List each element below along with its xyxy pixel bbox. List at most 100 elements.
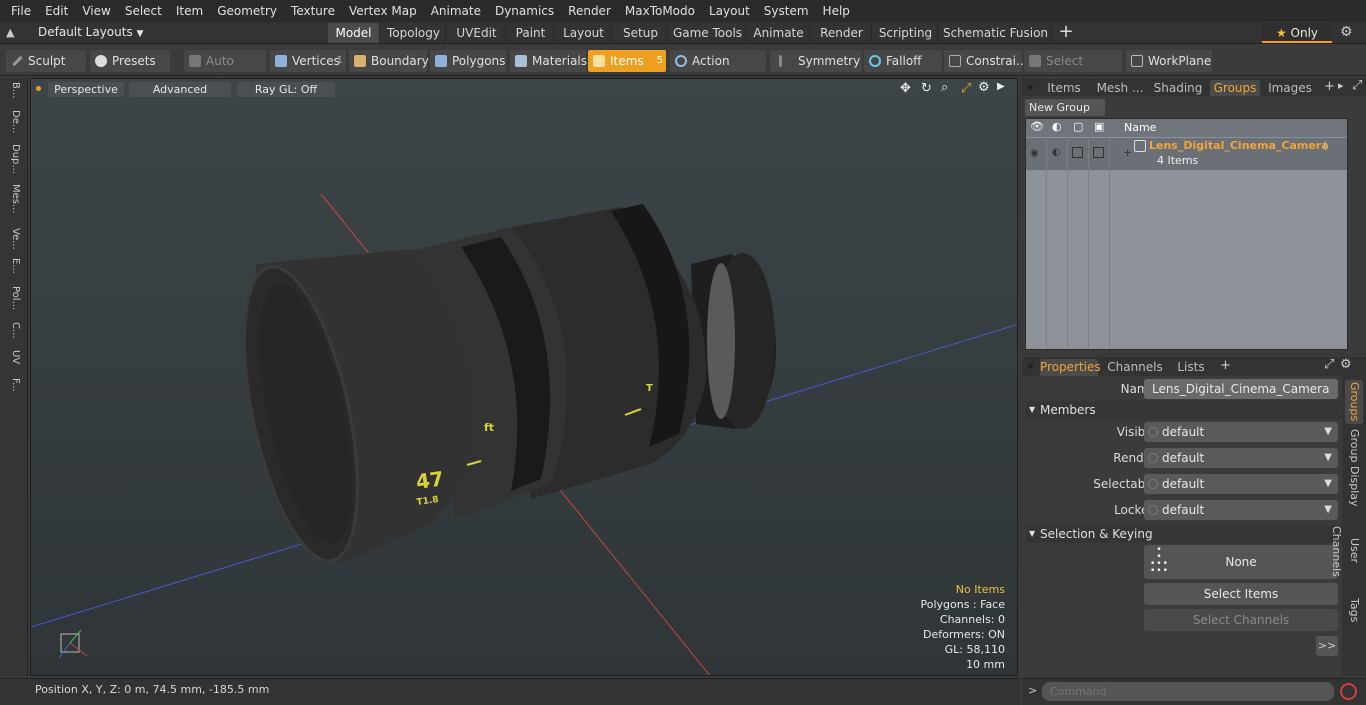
panel-options-icon[interactable]: ▸	[1338, 79, 1344, 92]
groups-tab-items[interactable]: Items	[1040, 80, 1088, 97]
vertices-button[interactable]: Vertices 1	[270, 50, 346, 72]
left-tab-2[interactable]: Dup...	[5, 144, 21, 174]
left-tab-4[interactable]: Ve...	[5, 228, 21, 250]
props-tab-lists[interactable]: Lists	[1172, 359, 1210, 376]
tab-setup[interactable]: Setup	[614, 23, 668, 43]
groups-tab-images[interactable]: Images	[1268, 80, 1312, 97]
menu-edit[interactable]: Edit	[38, 0, 75, 22]
menu-system[interactable]: System	[757, 0, 816, 22]
menu-dynamics[interactable]: Dynamics	[488, 0, 561, 22]
workplane-button[interactable]: WorkPlane	[1126, 50, 1212, 72]
left-tab-6[interactable]: Pol...	[5, 286, 21, 310]
eye-icon[interactable]: 👁	[1030, 120, 1044, 133]
row-lock-icon[interactable]	[1072, 147, 1083, 158]
tab-schematic-fusion[interactable]: Schematic Fusion	[940, 23, 1052, 43]
tab-game-tools[interactable]: Game Tools	[670, 23, 746, 43]
left-tab-0[interactable]: B...	[5, 82, 21, 98]
render-toggle-icon[interactable]: ◐	[1052, 120, 1062, 133]
name-field[interactable]: Lens_Digital_Cinema_Camera (3)	[1144, 379, 1338, 416]
row-eye-icon[interactable]: ◉	[1030, 148, 1039, 159]
groups-tab-groups[interactable]: Groups	[1210, 80, 1260, 97]
only-button[interactable]: ★ Only	[1262, 23, 1332, 43]
tab-paint[interactable]: Paint	[508, 23, 554, 43]
none-keying-button[interactable]: • • ••• ••• None	[1144, 545, 1338, 579]
row-select-icon[interactable]	[1093, 147, 1104, 158]
tab-layout[interactable]: Layout	[556, 23, 612, 43]
constraints-button[interactable]: Constrai...	[944, 50, 1027, 72]
new-group-button[interactable]: New Group	[1025, 99, 1105, 116]
menu-animate[interactable]: Animate	[424, 0, 488, 22]
select-items-button[interactable]: Select Items	[1144, 583, 1338, 605]
add-panel-tab-icon[interactable]: +	[1324, 79, 1335, 94]
group-row[interactable]: ◉ ◐ + Lens_Digital_Cinema_Camera ( 4 Ite…	[1026, 138, 1347, 170]
tab-render[interactable]: Render	[812, 23, 872, 43]
tab-animate[interactable]: Animate	[748, 23, 810, 43]
record-icon[interactable]	[1340, 683, 1357, 700]
side-tab-tags[interactable]: Tags	[1345, 594, 1363, 626]
left-tab-9[interactable]: F...	[5, 378, 21, 392]
presets-button[interactable]: Presets	[90, 50, 170, 72]
left-tab-1[interactable]: De...	[5, 110, 21, 133]
menu-layout[interactable]: Layout	[702, 0, 757, 22]
menu-help[interactable]: Help	[816, 0, 857, 22]
tab-uvedit[interactable]: UVEdit	[448, 23, 506, 43]
menu-vertex-map[interactable]: Vertex Map	[342, 0, 424, 22]
groups-tab-mesh[interactable]: Mesh ...	[1094, 80, 1146, 97]
visible-select[interactable]: default ▼	[1144, 422, 1338, 442]
menu-texture[interactable]: Texture	[284, 0, 342, 22]
props-gear-icon[interactable]: ⚙	[1340, 357, 1352, 372]
side-tab-user-channels[interactable]: User Channels	[1330, 512, 1363, 590]
menu-render[interactable]: Render	[561, 0, 618, 22]
props-tab-properties[interactable]: Properties	[1040, 359, 1101, 376]
row-render-icon[interactable]: ◐	[1052, 147, 1061, 158]
expand-plus-icon[interactable]: +	[1123, 146, 1132, 159]
action-center-button[interactable]: Action Center	[670, 50, 766, 90]
sculpt-button[interactable]: Sculpt	[6, 50, 86, 72]
panel-menu-dot-icon[interactable]	[1028, 85, 1033, 90]
left-tab-3[interactable]: Mes...	[5, 184, 21, 214]
gear-icon[interactable]: ⚙	[1340, 24, 1353, 40]
select-channels-button[interactable]: Select Channels	[1144, 609, 1338, 631]
maximize-props-icon[interactable]: ⤢	[1324, 357, 1334, 372]
locked-select[interactable]: default ▼	[1144, 500, 1338, 520]
layout-selector[interactable]: Default Layouts ▼	[38, 25, 143, 39]
members-section[interactable]: ▼ Members	[1026, 401, 1342, 419]
menu-view[interactable]: View	[75, 0, 117, 22]
command-input[interactable]	[1042, 682, 1334, 701]
lock-toggle-icon[interactable]: ▢	[1073, 120, 1083, 133]
menu-maxtomodo[interactable]: MaxToModo	[618, 0, 702, 22]
side-tab-group-display[interactable]: Group Display	[1345, 428, 1363, 508]
falloff-button[interactable]: Falloff	[864, 50, 942, 72]
add-tab-plus-icon[interactable]: +	[1056, 22, 1076, 44]
3d-viewport[interactable]: Perspective Advanced Ray GL: Off ✥ ↻ ⌕ ⤢…	[30, 78, 1018, 676]
selectable-select[interactable]: default ▼	[1144, 474, 1338, 494]
selection-keying-section[interactable]: ▼ Selection & Keying	[1026, 525, 1342, 543]
select-toggle-icon[interactable]: ▣	[1094, 120, 1104, 133]
menu-item[interactable]: Item	[169, 0, 210, 22]
side-tab-groups[interactable]: Groups	[1345, 380, 1363, 424]
polygons-button[interactable]: Polygons	[430, 50, 506, 72]
more-button[interactable]: >>	[1316, 636, 1338, 656]
menu-file[interactable]: File	[4, 0, 38, 22]
tab-model[interactable]: Model	[328, 23, 380, 43]
boundary-button[interactable]: Boundary	[349, 50, 429, 72]
menu-select[interactable]: Select	[118, 0, 169, 22]
left-tab-7[interactable]: C...	[5, 322, 21, 339]
select-through-button[interactable]: Select Through	[1024, 50, 1122, 90]
tab-topology[interactable]: Topology	[382, 23, 446, 43]
tab-scripting[interactable]: Scripting	[874, 23, 938, 43]
items-button[interactable]: Items 5	[588, 50, 666, 72]
menu-geometry[interactable]: Geometry	[210, 0, 284, 22]
left-tab-8[interactable]: UV	[5, 350, 21, 364]
auto-select-button[interactable]: Auto Select	[184, 50, 266, 90]
props-menu-dot-icon[interactable]	[1028, 364, 1033, 369]
left-tab-5[interactable]: E...	[5, 258, 21, 274]
add-props-tab-icon[interactable]: +	[1220, 358, 1231, 373]
props-tab-channels[interactable]: Channels	[1104, 359, 1166, 376]
layout-home-icon[interactable]: ▲	[6, 26, 20, 40]
maximize-panel-icon[interactable]: ⤢	[1352, 78, 1362, 93]
render-select[interactable]: default ▼	[1144, 448, 1338, 468]
materials-button[interactable]: Materials	[510, 50, 587, 72]
groups-tab-shading[interactable]: Shading	[1152, 80, 1204, 97]
symmetry-button[interactable]: Symmetry	[770, 50, 862, 72]
